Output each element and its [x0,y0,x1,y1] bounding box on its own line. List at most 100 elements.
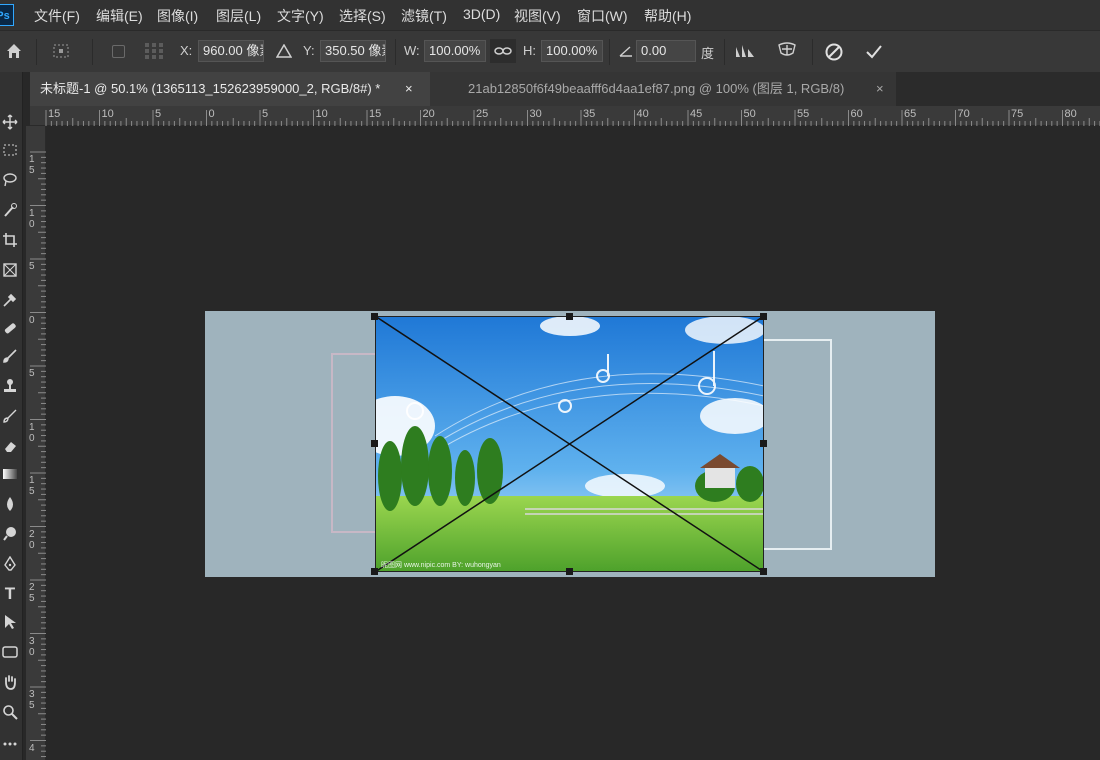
transform-handle-top-center[interactable] [566,313,573,320]
reference-point-checkbox[interactable] [112,45,125,58]
ruler-top-label: 35 [583,108,596,120]
commit-transform-icon[interactable] [862,40,886,64]
document-tab-bar: 未标题-1 @ 50.1% (1365113_152623959000_2, R… [30,72,1100,106]
rotate-input[interactable]: 0.00 [636,40,696,62]
menu-layer[interactable]: 图层(L) [216,6,261,26]
menu-3d[interactable]: 3D(D) [463,6,500,22]
clone-stamp-tool-icon[interactable] [0,376,20,396]
tab-untitled-1[interactable]: 未标题-1 @ 50.1% (1365113_152623959000_2, R… [30,72,430,106]
blur-tool-icon[interactable] [0,494,20,514]
menu-bar: Ps 文件(F) 编辑(E) 图像(I) 图层(L) 文字(Y) 选择(S) 滤… [0,0,1100,30]
type-tool-icon[interactable]: T [0,584,20,604]
tab-title: 未标题-1 @ 50.1% (1365113_152623959000_2, R… [40,81,381,96]
ruler-left-label: 0 [29,314,35,326]
move-tool-icon[interactable] [0,112,20,132]
tab-close-icon[interactable]: × [876,72,884,106]
menu-image[interactable]: 图像(I) [157,6,198,26]
reference-grid-icon[interactable] [142,39,166,63]
menu-help[interactable]: 帮助(H) [644,6,691,26]
interpolation-icon[interactable] [733,39,757,63]
more-tools-icon[interactable] [0,732,20,752]
width-input[interactable]: 100.00% [424,40,486,62]
ruler-top-label: 40 [636,108,649,120]
ruler-left-label: 4 [29,742,35,754]
zoom-tool-icon[interactable] [0,702,20,722]
path-selection-tool-icon[interactable] [0,612,20,632]
delta-triangle-icon[interactable] [272,39,296,63]
warp-mode-icon[interactable] [775,39,799,63]
ruler-top-label: 20 [422,108,435,120]
ruler-left-label: 3 0 [29,635,35,658]
tools-panel: T [0,72,23,760]
menu-select[interactable]: 选择(S) [339,6,386,26]
frame-right [761,339,832,550]
menu-file[interactable]: 文件(F) [34,6,80,26]
transform-handle-bottom-center[interactable] [566,568,573,575]
x-label: X: [180,43,193,58]
ruler-top-label: 30 [529,108,542,120]
transform-handle-top-right[interactable] [760,313,767,320]
photoshop-logo: Ps [0,4,14,26]
ruler-left-label: 5 [29,261,35,272]
ruler-top-label: 5 [155,108,162,120]
x-position-input[interactable]: 960.00 像素 [198,40,264,62]
pen-tool-icon[interactable] [0,554,20,574]
y-label: Y: [303,43,315,58]
dodge-tool-icon[interactable] [0,524,20,544]
menu-edit[interactable]: 编辑(E) [96,6,143,26]
ruler-left-label: 1 5 [29,154,35,176]
hand-tool-icon[interactable] [0,672,20,692]
h-label: H: [523,43,536,58]
tab-close-icon[interactable]: × [405,72,413,106]
w-label: W: [404,43,420,58]
menu-window[interactable]: 窗口(W) [577,6,628,26]
history-brush-tool-icon[interactable] [0,406,20,426]
lasso-tool-icon[interactable] [0,170,20,190]
y-position-input[interactable]: 350.50 像素 [320,40,386,62]
home-icon[interactable] [2,39,26,63]
vertical-ruler: 1 5 1 0 5 0 5 1 0 1 5 2 0 2 5 3 0 3 5 4 [26,126,46,760]
link-aspect-icon[interactable] [490,39,516,63]
horizontal-ruler: 15 10 5 0 5 10 15 20 25 30 35 40 45 50 55 60 65 70 75 80 [30,106,1100,126]
ruler-top-label: 70 [957,108,970,120]
ruler-top-label: 10 [315,108,328,120]
height-input[interactable]: 100.00% [541,40,603,62]
eraser-tool-icon[interactable] [0,436,20,456]
healing-brush-tool-icon[interactable] [0,318,20,338]
transform-handle-bottom-right[interactable] [760,568,767,575]
eyedropper-tool-icon[interactable] [0,290,20,310]
transform-handle-middle-left[interactable] [371,440,378,447]
crop-tool-icon[interactable] [0,230,20,250]
ruler-top-label: 5 [262,108,269,120]
ruler-top-label: 55 [797,108,810,120]
menu-view[interactable]: 视图(V) [514,6,561,26]
ruler-left-label: 5 [29,368,35,379]
gradient-tool-icon[interactable] [0,464,20,484]
ruler-left-label: 2 0 [29,528,35,551]
rectangle-tool-icon[interactable] [0,642,20,662]
ruler-top-label: 60 [850,108,863,120]
menu-type[interactable]: 文字(Y) [277,6,324,26]
marquee-tool-icon[interactable] [0,140,20,160]
rotate-angle-icon [614,39,638,63]
ruler-left-label: 1 0 [29,207,35,230]
ruler-top-label: 15 [369,108,382,120]
tab-title: 21ab12850f6f49beaafff6d4aa1ef87.png @ 10… [468,81,845,96]
frame-tool-icon[interactable] [0,260,20,280]
brush-tool-icon[interactable] [0,346,20,366]
cancel-transform-icon[interactable] [822,40,846,64]
transform-bounding-box [375,316,764,572]
ruler-left-label: 1 5 [29,475,35,497]
transform-handle-top-left[interactable] [371,313,378,320]
tab-png-document[interactable]: 21ab12850f6f49beaafff6d4aa1ef87.png @ 10… [430,72,896,106]
transform-handle-bottom-left[interactable] [371,568,378,575]
quick-selection-tool-icon[interactable] [0,200,20,220]
ruler-top-label: 75 [1011,108,1024,120]
transform-reference-icon[interactable] [49,39,73,63]
menu-filter[interactable]: 滤镜(T) [401,6,447,26]
transform-handle-middle-right[interactable] [760,440,767,447]
ruler-top-label: 25 [476,108,489,120]
ruler-left-label: 3 5 [29,689,35,711]
ruler-left-label: 1 0 [29,421,35,444]
ruler-left-label: 2 5 [29,582,35,604]
